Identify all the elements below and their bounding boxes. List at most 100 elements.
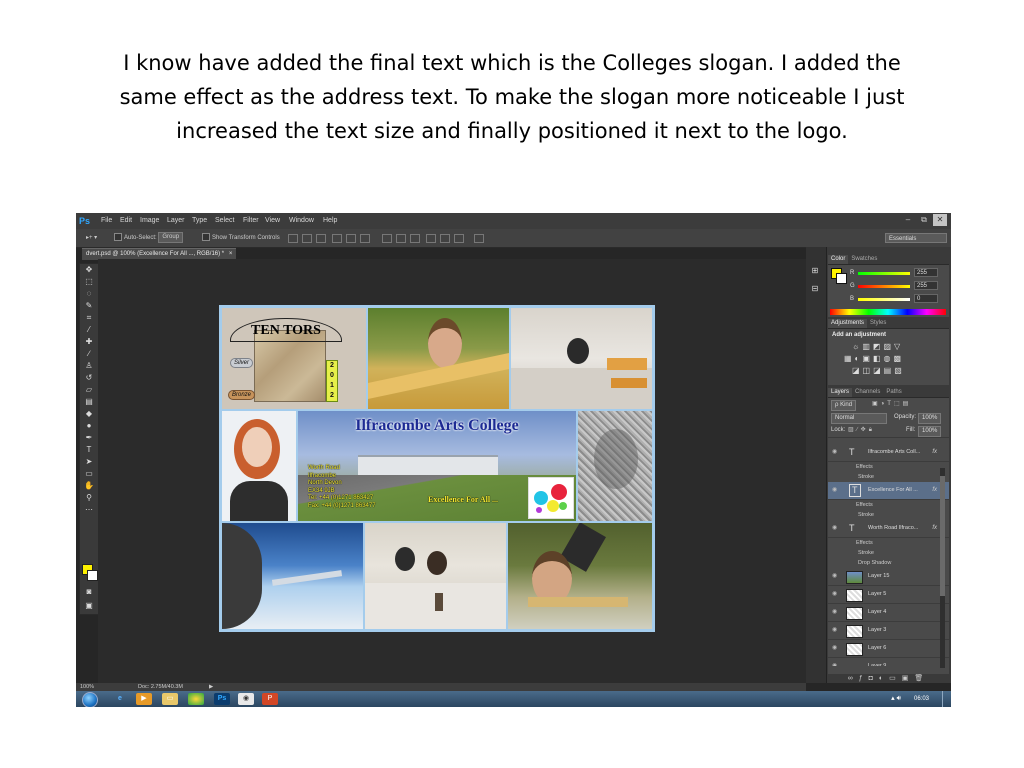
show-transform-checkbox[interactable]: [202, 233, 210, 242]
layer-name[interactable]: Ilfracombe Arts Coll...: [868, 444, 920, 461]
visibility-eye-icon[interactable]: ◉: [832, 444, 840, 461]
close-button[interactable]: ✕: [933, 214, 947, 226]
brush-tool-icon[interactable]: ∕: [80, 348, 98, 360]
channel-bar[interactable]: [858, 272, 910, 275]
channel-bar[interactable]: [858, 298, 910, 301]
visibility-eye-icon[interactable]: ◉: [832, 482, 840, 499]
menu-edit[interactable]: Edit: [117, 213, 135, 229]
tab-paths[interactable]: Paths: [883, 388, 904, 397]
layer-effects-row[interactable]: Effects: [828, 538, 949, 548]
menu-window[interactable]: Window: [286, 213, 317, 229]
menu-file[interactable]: File: [98, 213, 115, 229]
fx-icon[interactable]: fx: [932, 482, 937, 499]
layer-row-image[interactable]: ◉ Layer 6: [828, 640, 949, 658]
layer-row-image[interactable]: ◉ Layer 9: [828, 658, 949, 666]
layer-effects-row[interactable]: Effects: [828, 500, 949, 510]
marquee-tool-icon[interactable]: ⬚: [80, 276, 98, 288]
distribute-left-icon[interactable]: [426, 234, 436, 243]
taskbar-clock[interactable]: 06:03: [914, 691, 929, 707]
layer-name[interactable]: Layer 9: [868, 658, 886, 666]
powerpoint-icon[interactable]: P: [262, 693, 278, 705]
layer-name[interactable]: Layer 3: [868, 622, 886, 639]
move-tool-preset[interactable]: ▸+ ▾: [86, 229, 97, 247]
app-taskbar-icon[interactable]: ◉: [238, 693, 254, 705]
lock-icons[interactable]: ▨∕✥🔒︎: [848, 424, 875, 437]
fx-icon[interactable]: fx: [932, 520, 937, 537]
layer-row-address[interactable]: ◉ T Worth Road Ilfraco... fx: [828, 520, 949, 538]
color-slider-b[interactable]: B 0: [828, 293, 949, 306]
layer-name[interactable]: Excellence For All ...: [868, 482, 918, 499]
blur-tool-icon[interactable]: ◆: [80, 408, 98, 420]
visibility-eye-icon[interactable]: ◉: [832, 568, 840, 585]
menu-help[interactable]: Help: [320, 213, 340, 229]
clone-stamp-tool-icon[interactable]: ♙: [80, 360, 98, 372]
menu-view[interactable]: View: [262, 213, 283, 229]
show-desktop-button[interactable]: [942, 691, 951, 707]
blend-mode-dropdown[interactable]: Normal: [831, 413, 887, 424]
visibility-eye-icon[interactable]: ◉: [832, 604, 840, 621]
layers-scrollbar-thumb[interactable]: [940, 476, 945, 596]
dodge-tool-icon[interactable]: ●: [80, 420, 98, 432]
layer-name[interactable]: Layer 6: [868, 640, 886, 657]
fx-icon[interactable]: fx: [932, 444, 937, 461]
adjustment-icons-row-3[interactable]: ◪◫◪▤▧: [828, 365, 949, 377]
hand-tool-icon[interactable]: ✋: [80, 480, 98, 492]
layer-name[interactable]: Worth Road Ilfraco...: [868, 520, 918, 537]
layer-effect-stroke[interactable]: Stroke: [828, 548, 949, 558]
auto-align-icon[interactable]: [474, 234, 484, 243]
status-menu-arrow-icon[interactable]: ▶: [209, 683, 213, 691]
channel-bar[interactable]: [858, 285, 910, 288]
fill-field[interactable]: 100%: [918, 426, 942, 437]
tab-color[interactable]: Color: [828, 255, 849, 264]
layer-name[interactable]: Layer 5: [868, 586, 886, 603]
auto-select-dropdown[interactable]: Group: [158, 231, 184, 243]
layer-row-image[interactable]: ◉ Layer 5: [828, 586, 949, 604]
auto-select-option[interactable]: Auto-Select: Group: [114, 229, 184, 247]
document-info[interactable]: Doc: 2.75M/40.3M: [138, 683, 183, 691]
align-top-icon[interactable]: [288, 234, 298, 243]
tab-styles[interactable]: Styles: [867, 319, 889, 328]
crop-tool-icon[interactable]: ⌗: [80, 312, 98, 324]
restore-button[interactable]: ⧉: [917, 214, 931, 226]
tab-channels[interactable]: Channels: [852, 388, 883, 397]
quick-mask-icon[interactable]: ◙: [80, 586, 98, 598]
align-right-icon[interactable]: [360, 234, 370, 243]
opacity-field[interactable]: 100%: [918, 413, 942, 424]
internet-explorer-icon[interactable]: e: [112, 693, 128, 705]
screen-mode-icon[interactable]: ▣: [80, 600, 98, 612]
menu-image[interactable]: Image: [137, 213, 162, 229]
zoom-level[interactable]: 100%: [80, 683, 94, 691]
auto-select-checkbox[interactable]: [114, 233, 122, 242]
gradient-tool-icon[interactable]: ▤: [80, 396, 98, 408]
distribute-vcenter-icon[interactable]: [396, 234, 406, 243]
background-color-swatch[interactable]: [87, 570, 98, 581]
healing-tool-icon[interactable]: ✚: [80, 336, 98, 348]
visibility-eye-icon[interactable]: ◉: [832, 586, 840, 603]
layer-name[interactable]: Layer 15: [868, 568, 889, 585]
move-tool-icon[interactable]: ✥: [80, 264, 98, 276]
type-tool-icon[interactable]: T: [80, 444, 98, 456]
tab-layers[interactable]: Layers: [828, 388, 853, 397]
canvas-area[interactable]: TEN TORS Silver Bronze 2 0 1 2 Ilfracomb…: [98, 259, 806, 683]
workspace-switcher[interactable]: Essentials: [885, 233, 947, 243]
layer-effect-drop-shadow[interactable]: Drop Shadow: [828, 558, 949, 568]
layer-name[interactable]: Layer 4: [868, 604, 886, 621]
menu-type[interactable]: Type: [189, 213, 210, 229]
visibility-eye-icon[interactable]: ◉: [832, 640, 840, 657]
align-hcenter-icon[interactable]: [346, 234, 356, 243]
history-brush-tool-icon[interactable]: ↺: [80, 372, 98, 384]
layer-filter-icons[interactable]: ▣◑T⬚▤: [872, 398, 911, 411]
layer-row-image[interactable]: ◉ Layer 15: [828, 568, 949, 586]
path-select-tool-icon[interactable]: ➤: [80, 456, 98, 468]
layer-row-college-title[interactable]: ◉ T Ilfracombe Arts Coll... fx: [828, 444, 949, 462]
channel-value[interactable]: 255: [914, 281, 938, 290]
properties-panel-icon[interactable]: ⊟: [806, 283, 824, 295]
channel-value[interactable]: 255: [914, 268, 938, 277]
layer-effects-row[interactable]: Effects: [828, 462, 949, 472]
layer-effect-stroke[interactable]: Stroke: [828, 472, 949, 482]
layers-scrollbar[interactable]: [940, 468, 945, 668]
visibility-eye-icon[interactable]: ◉: [832, 520, 840, 537]
layer-row-slogan-selected[interactable]: ◉ T Excellence For All ... fx: [828, 482, 949, 500]
color-slider-g[interactable]: G 255: [828, 280, 949, 293]
chrome-icon[interactable]: [188, 693, 204, 705]
